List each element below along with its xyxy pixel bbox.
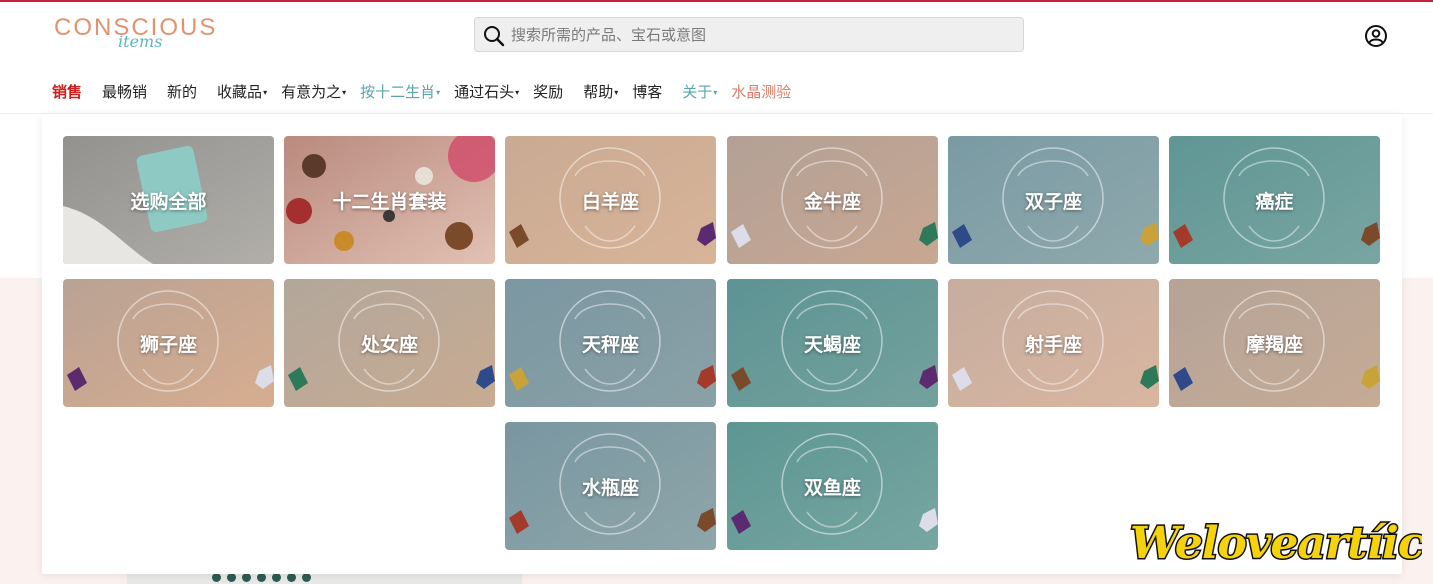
zodiac-tile-2[interactable]: 白羊座 [505,136,716,264]
nav-item-label: 通过石头 [454,82,515,101]
nav-item-label: 最畅销 [102,82,148,101]
zodiac-tile-3[interactable]: 金牛座 [727,136,938,264]
zodiac-tile-label: 白羊座 [581,190,639,213]
zodiac-tile-label: 天蝎座 [803,333,861,356]
zodiac-tile-label: 处女座 [360,333,418,356]
search-icon[interactable] [483,25,505,47]
nav-item-label: 收藏品 [217,82,263,101]
nav-item-label: 有意为之 [281,82,342,101]
chevron-down-icon: ▾ [436,87,441,97]
logo-subtext: items [118,32,163,51]
zodiac-tile-6[interactable]: 狮子座 [63,279,274,407]
nav-item-11[interactable]: 水晶测验 [731,81,791,102]
chevron-down-icon: ▾ [263,87,268,97]
zodiac-tile-7[interactable]: 处女座 [284,279,495,407]
nav-item-label: 奖励 [533,82,564,101]
zodiac-tile-10[interactable]: 射手座 [948,279,1159,407]
search-input[interactable] [511,22,1011,48]
nav-item-label: 帮助 [583,82,614,101]
site-header: CONSCIOUS items 销售最畅销新的收藏品▾有意为之▾按十二生肖▾通过… [0,2,1433,114]
zodiac-tile-label: 摩羯座 [1245,333,1303,356]
zodiac-tile-label: 双鱼座 [803,476,861,499]
nav-item-label: 水晶测验 [731,82,792,101]
svg-text:Weloveartíicle: Weloveartíicle [1130,518,1422,569]
nav-item-6[interactable]: 通过石头 ▾ [454,81,519,102]
zodiac-tile-8[interactable]: 天秤座 [505,279,716,407]
nav-item-label: 关于 [682,82,713,101]
nav-item-7[interactable]: 奖励 [533,81,563,102]
search-bar[interactable] [474,17,1024,52]
nav-item-1[interactable]: 最畅销 [102,81,147,102]
nav-item-label: 新的 [167,82,198,101]
chevron-down-icon: ▾ [515,87,520,97]
main-navigation: 销售 最畅销 新的 收藏品 ▾ 有意为之 ▾ 按十二生肖 ▾ 通过石头 ▾ 奖励 帮助 ▾ 博客 关于 ▾ 水晶测… [52,79,811,103]
account-icon[interactable] [1364,24,1388,48]
chevron-down-icon: ▾ [342,87,347,97]
zodiac-tile-label: 狮子座 [139,333,197,356]
zodiac-tile-label: 水瓶座 [581,476,639,499]
zodiac-tile-label: 癌症 [1255,190,1294,213]
nav-item-5[interactable]: 按十二生肖 ▾ [360,81,440,102]
zodiac-tile-label: 天秤座 [581,333,639,356]
nav-item-8[interactable]: 帮助 ▾ [583,81,618,102]
zodiac-tile-1[interactable]: 十二生肖套装 [284,136,495,264]
zodiac-tile-9[interactable]: 天蝎座 [727,279,938,407]
zodiac-tile-11[interactable]: 摩羯座 [1169,279,1380,407]
zodiac-tile-0[interactable]: 选购全部 [63,136,274,264]
nav-item-2[interactable]: 新的 [167,81,197,102]
zodiac-tile-5[interactable]: 癌症 [1169,136,1380,264]
zodiac-tile-label: 双子座 [1024,190,1082,213]
chevron-down-icon: ▾ [614,87,619,97]
zodiac-tile-label: 射手座 [1024,333,1082,356]
nav-item-0[interactable]: 销售 [52,81,82,102]
nav-item-label: 销售 [52,82,83,101]
chevron-down-icon: ▾ [713,87,718,97]
zodiac-tile-13[interactable]: 双鱼座 [727,422,938,550]
nav-item-3[interactable]: 收藏品 ▾ [217,81,267,102]
nav-item-4[interactable]: 有意为之 ▾ [281,81,346,102]
nav-item-9[interactable]: 博客 [632,81,662,102]
nav-item-10[interactable]: 关于 ▾ [682,81,717,102]
nav-item-label: 博客 [632,82,663,101]
zodiac-tile-label: 选购全部 [130,190,207,213]
nav-item-label: 按十二生肖 [360,82,436,101]
zodiac-tile-label: 金牛座 [803,190,861,213]
zodiac-tile-4[interactable]: 双子座 [948,136,1159,264]
zodiac-tile-12[interactable]: 水瓶座 [505,422,716,550]
zodiac-tile-label: 十二生肖套装 [332,190,447,213]
watermark-logo: Weloveartíicle [1129,517,1423,571]
brand-logo[interactable]: CONSCIOUS items [54,14,224,54]
